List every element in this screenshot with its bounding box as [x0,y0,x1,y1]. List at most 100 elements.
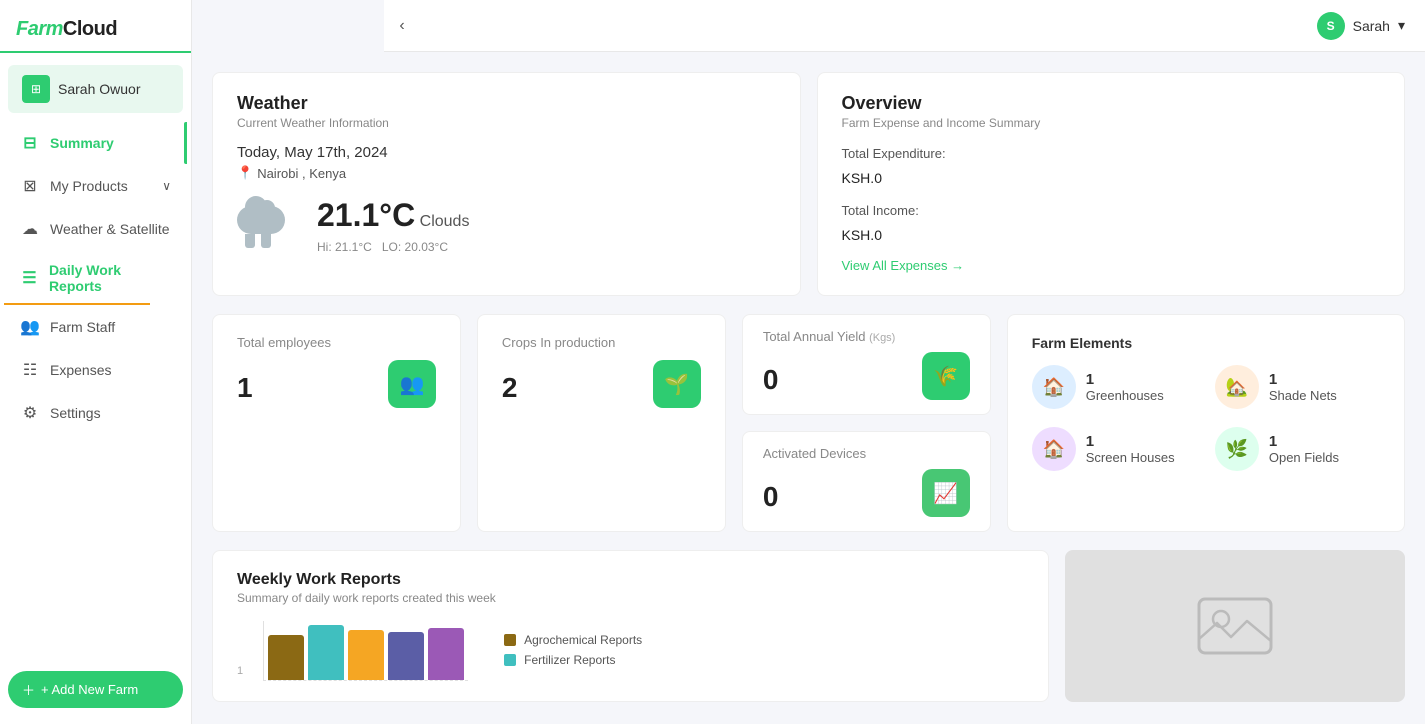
bar-2 [348,630,384,680]
legend-dot-agrochemical [504,634,516,646]
weather-temp-row: 21.1°C Clouds Hi: 21.1°C LO: 20.03°C [237,197,776,254]
yield-devices-col: Total Annual Yield (Kgs) 0 🌾 Activated D… [742,314,991,532]
weather-hi: Hi: 21.1°C [317,240,372,254]
weather-temp-desc: 21.1°C Clouds Hi: 21.1°C LO: 20.03°C [317,197,469,254]
expenditure-amount: KSH.0 [842,163,1381,189]
sidebar-item-my-products[interactable]: ⊠ My Products ∨ [4,165,187,207]
products-icon: ⊠ [20,176,40,196]
yield-icon-btn: 🌾 [922,352,970,400]
weather-date: Today, May 17th, 2024 [237,144,776,161]
bar-3 [388,632,424,680]
plus-icon: ＋ [22,680,35,699]
income-label: Total Income: [842,203,1381,218]
view-all-expenses-link[interactable]: View All Expenses → [842,258,965,273]
main-content: Weather Current Weather Information Toda… [192,52,1425,724]
bar-1 [308,625,344,680]
underline-decoration [20,303,148,305]
sidebar-item-expenses[interactable]: ☷ Expenses [4,349,187,391]
sidebar-username: Sarah Owuor [58,81,140,97]
legend-label-agrochemical: Agrochemical Reports [524,633,642,647]
farm-el-open-fields: 🌿 1 Open Fields [1215,427,1380,471]
screen-houses-name: Screen Houses [1086,450,1175,465]
user-icon: ⊞ [22,75,50,103]
chart-legend-row: 1 Agrochemical Reports [237,621,1024,681]
stat-crops-value: 2 [502,372,518,404]
legend-fertilizer: Fertilizer Reports [504,653,642,667]
overview-card: Overview Farm Expense and Income Summary… [817,72,1406,296]
sidebar-label-summary: Summary [50,135,114,151]
expenditure-value: 0 [874,170,882,186]
open-fields-info: 1 Open Fields [1269,433,1339,465]
add-new-farm-button[interactable]: ＋ + Add New Farm [8,671,183,708]
sidebar-item-farm-staff[interactable]: 👥 Farm Staff [4,306,187,348]
expenditure-currency: KSH. [842,170,875,186]
screen-houses-icon: 🏠 [1032,427,1076,471]
sidebar-item-summary[interactable]: ⊟ Summary [4,122,187,164]
sidebar-label-weather: Weather & Satellite [50,221,170,237]
stat-devices-value: 0 [763,481,779,513]
add-farm-label: + Add New Farm [41,682,138,697]
reports-icon: ☰ [20,268,39,288]
app-logo: FarmCloud [0,0,191,53]
stat-crops-title: Crops In production [502,335,701,350]
sidebar-label-expenses: Expenses [50,362,111,378]
topbar-user[interactable]: S Sarah ▾ [1317,12,1405,40]
sidebar-item-daily-reports[interactable]: ☰ Daily Work Reports [4,251,187,305]
greenhouse-name: Greenhouses [1086,388,1164,403]
weather-lo: LO: 20.03°C [382,240,448,254]
topbar-username: Sarah [1353,18,1390,34]
placeholder-icon [1195,591,1275,661]
sidebar-item-settings[interactable]: ⚙ Settings [4,392,187,434]
topbar-avatar: S [1317,12,1345,40]
open-fields-name: Open Fields [1269,450,1339,465]
stat-yield-title: Total Annual Yield (Kgs) [763,329,970,344]
shade-nets-count: 1 [1269,371,1337,388]
shade-nets-info: 1 Shade Nets [1269,371,1337,403]
logo-dark: Cloud [63,18,117,40]
farm-elements-card: Farm Elements 🏠 1 Greenhouses 🏡 1 S [1007,314,1405,532]
stat-yield-value: 0 [763,364,779,396]
weather-subtitle: Current Weather Information [237,116,776,130]
farm-elements-title: Farm Elements [1032,335,1380,351]
chart-legend: Agrochemical Reports Fertilizer Reports [488,621,658,681]
sidebar-nav: ⊟ Summary ⊠ My Products ∨ ☁ Weather & Sa… [0,117,191,659]
open-fields-icon: 🌿 [1215,427,1259,471]
chart-y-axis: 1 [237,621,243,681]
view-link-text: View All Expenses → [842,258,965,273]
sidebar-item-weather-satellite[interactable]: ☁ Weather & Satellite [4,208,187,250]
dropdown-icon: ▾ [1398,17,1405,34]
weather-location: 📍 Nairobi , Kenya [237,165,776,181]
stat-employees: Total employees 1 👥 [212,314,461,532]
income-amount: KSH.0 [842,220,1381,246]
bottom-row: Weekly Work Reports Summary of daily wor… [212,550,1405,702]
bar-4 [428,628,464,680]
weather-description: Clouds [420,213,470,230]
weather-cloud-icon [237,206,301,246]
topbar: ‹ S Sarah ▾ [384,0,1425,52]
sidebar-label-products: My Products [50,178,128,194]
sidebar-label-staff: Farm Staff [50,319,115,335]
legend-agrochemical: Agrochemical Reports [504,633,642,647]
devices-icon-btn: 📈 [922,469,970,517]
collapse-button[interactable]: ‹ [384,8,420,44]
stat-yield: Total Annual Yield (Kgs) 0 🌾 [742,314,991,415]
weather-hilo: Hi: 21.1°C LO: 20.03°C [317,240,469,254]
bar-0 [268,635,304,680]
settings-icon: ⚙ [20,403,40,423]
screen-houses-info: 1 Screen Houses [1086,433,1175,465]
screen-houses-count: 1 [1086,433,1175,450]
greenhouse-icon: 🏠 [1032,365,1076,409]
y-label: 1 [237,665,243,677]
location-pin-icon: 📍 [237,165,253,181]
weekly-reports-card: Weekly Work Reports Summary of daily wor… [212,550,1049,702]
weather-icon: ☁ [20,219,40,239]
greenhouse-info: 1 Greenhouses [1086,371,1164,403]
farm-el-greenhouses: 🏠 1 Greenhouses [1032,365,1197,409]
placeholder-svg [1195,591,1275,661]
farm-el-screen-houses: 🏠 1 Screen Houses [1032,427,1197,471]
location-text: Nairobi , Kenya [257,166,346,181]
avatar-initial: S [1327,19,1335,33]
logo-green: Farm [16,18,63,40]
stats-farm-row: Total employees 1 👥 Crops In production … [212,314,1405,532]
sidebar-label-settings: Settings [50,405,101,421]
